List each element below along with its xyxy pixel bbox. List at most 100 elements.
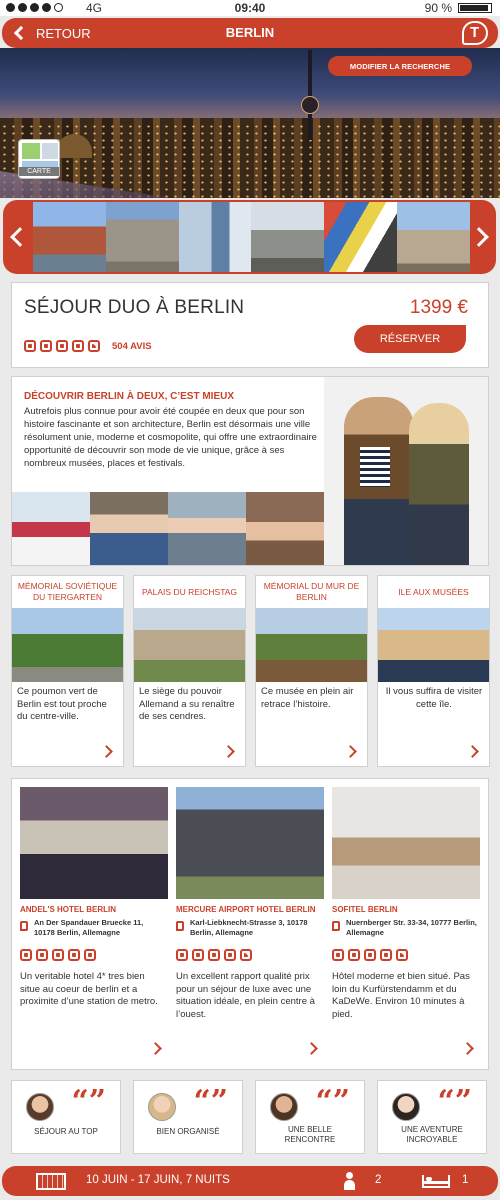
carousel-thumb[interactable] (178, 202, 252, 272)
review-card[interactable]: “” BIEN ORGANISÉ (133, 1080, 243, 1154)
place-card[interactable]: MÉMORIAL DU MUR DE BERLIN Ce musée en pl… (255, 575, 368, 767)
arrow-right-icon[interactable] (222, 745, 235, 758)
place-card[interactable]: ILE AUX MUSÉES Il vous suffira de visite… (377, 575, 490, 767)
review-text: UNE AVENTURE INCROYABLE (401, 1125, 463, 1144)
rating-dot-icon (52, 949, 64, 961)
carousel-thumb[interactable] (105, 202, 179, 272)
status-bar: 4G 09:40 90 % (0, 0, 500, 16)
couple-photo (324, 377, 488, 565)
place-title: ILE AUX MUSÉES (398, 586, 469, 597)
arrow-right-icon[interactable] (461, 1042, 474, 1055)
stay-title: SÉJOUR DUO À BERLIN (24, 297, 245, 318)
discover-heading: DÉCOUVRIR BERLIN À DEUX, C’EST MIEUX (24, 391, 235, 402)
rating-dot-icon (208, 949, 220, 961)
hotel-rating (332, 949, 408, 961)
rating-dot-icon (56, 340, 68, 352)
stay-dates[interactable]: 10 JUIN - 17 JUIN, 7 NUITS (86, 1174, 230, 1186)
place-title: MÉMORIAL DU MUR DE BERLIN (263, 581, 360, 602)
calendar-icon[interactable] (36, 1173, 66, 1190)
review-card[interactable]: “” SÉJOUR AU TOP (11, 1080, 121, 1154)
hotel-name: ANDEL'S HOTEL BERLIN (20, 905, 116, 914)
place-card[interactable]: PALAIS DU REICHSTAG Le siège du pouvoir … (133, 575, 246, 767)
rating-half-dot-icon (396, 949, 408, 961)
hotel-image (176, 787, 324, 899)
booking-summary-bar[interactable]: 10 JUIN - 17 JUIN, 7 NUITS 2 1 (2, 1166, 498, 1196)
quote-icon: “” (193, 1084, 228, 1119)
stay-rating: 504 AVIS (24, 340, 152, 352)
hotel-item[interactable]: MERCURE AIRPORT HOTEL BERLIN Karl-Liebkn… (176, 787, 324, 1065)
stay-price: 1399 € (409, 297, 468, 318)
discover-photo (168, 492, 246, 565)
avatar (270, 1093, 298, 1121)
hotel-item[interactable]: ANDEL'S HOTEL BERLIN An Der Spandauer Br… (20, 787, 168, 1065)
place-image (378, 608, 489, 682)
hotel-image (332, 787, 480, 899)
place-description: Le siège du pouvoir Allemand a su renaît… (139, 686, 235, 722)
rating-dot-icon (68, 949, 80, 961)
travelers-count[interactable]: 2 (375, 1174, 381, 1186)
place-image (134, 608, 245, 682)
arrow-right-icon[interactable] (466, 745, 479, 758)
carousel-prev-button[interactable] (3, 200, 31, 274)
rating-dot-icon (36, 949, 48, 961)
rooms-count[interactable]: 1 (462, 1174, 468, 1186)
rating-dot-icon (224, 949, 236, 961)
rating-dot-icon (24, 340, 36, 352)
discover-photo-strip (12, 492, 324, 565)
top-header: RETOUR BERLIN (2, 18, 498, 48)
modify-search-button[interactable]: MODIFIER LA RECHERCHE (328, 56, 472, 76)
avatar (26, 1093, 54, 1121)
place-title: MÉMORIAL SOVIÉTIQUE DU TIERGARTEN (17, 581, 118, 602)
map-label: CARTE (19, 167, 59, 176)
hotel-item[interactable]: SOFITEL BERLIN Nuernberger Str. 33-34, 1… (332, 787, 480, 1065)
rating-dot-icon (380, 949, 392, 961)
review-text: BIEN ORGANISÉ (156, 1127, 220, 1136)
arrow-right-icon[interactable] (149, 1042, 162, 1055)
discover-photo (12, 492, 90, 565)
rating-dot-icon (40, 340, 52, 352)
place-card[interactable]: MÉMORIAL SOVIÉTIQUE DU TIERGARTEN Ce pou… (11, 575, 124, 767)
discover-text: Autrefois plus connue pour avoir été cou… (24, 406, 317, 469)
discover-photo (90, 492, 168, 565)
place-image (256, 608, 367, 682)
bed-icon[interactable] (422, 1175, 450, 1188)
place-image (12, 608, 123, 682)
hotel-rating (20, 949, 96, 961)
hotel-name: MERCURE AIRPORT HOTEL BERLIN (176, 905, 316, 914)
carousel-thumb[interactable] (33, 202, 106, 272)
avatar (392, 1093, 420, 1121)
map-button[interactable]: CARTE (18, 139, 60, 179)
carousel-right-icon (469, 227, 489, 247)
brand-logo-icon[interactable] (462, 21, 488, 45)
hotel-name: SOFITEL BERLIN (332, 905, 398, 914)
rating-dot-icon (364, 949, 376, 961)
hotel-rating (176, 949, 252, 961)
quote-icon: “” (71, 1084, 106, 1119)
hotel-address: An Der Spandauer Bruecke 11, 10178 Berli… (34, 918, 144, 937)
back-button[interactable]: RETOUR (13, 18, 91, 48)
arrow-right-icon[interactable] (344, 745, 357, 758)
rating-half-dot-icon (240, 949, 252, 961)
carousel-thumb[interactable] (251, 202, 325, 272)
carousel-next-button[interactable] (468, 200, 496, 274)
review-card[interactable]: “” UNE BELLE RENCONTRE (255, 1080, 365, 1154)
place-title: PALAIS DU REICHSTAG (141, 586, 238, 597)
hotel-description: Un excellent rapport qualité prix pour u… (176, 971, 315, 1020)
back-label: RETOUR (36, 25, 91, 41)
photo-carousel (3, 200, 496, 274)
stay-card: SÉJOUR DUO À BERLIN 1399 € 504 AVIS RÉSE… (11, 282, 489, 368)
arrow-right-icon[interactable] (305, 1042, 318, 1055)
people-icon[interactable] (342, 1172, 358, 1190)
reserve-button[interactable]: RÉSERVER (354, 325, 466, 353)
carousel-thumb[interactable] (397, 202, 470, 272)
hotel-address: Nuernberger Str. 33-34, 10777 Berlin, Al… (346, 918, 477, 937)
rating-dot-icon (348, 949, 360, 961)
hotel-address: Karl-Liebknecht-Strasse 3, 10178 Berlin,… (190, 918, 308, 937)
carousel-thumb[interactable] (324, 202, 398, 272)
hotel-description: Un veritable hotel 4* tres bien situe au… (20, 971, 158, 1007)
rating-dot-icon (20, 949, 32, 961)
review-card[interactable]: “” UNE AVENTURE INCROYABLE (377, 1080, 487, 1154)
arrow-right-icon[interactable] (100, 745, 113, 758)
reviews-count[interactable]: 504 AVIS (112, 341, 152, 352)
place-description: Il vous suffira de visiter cette île. (385, 686, 483, 710)
